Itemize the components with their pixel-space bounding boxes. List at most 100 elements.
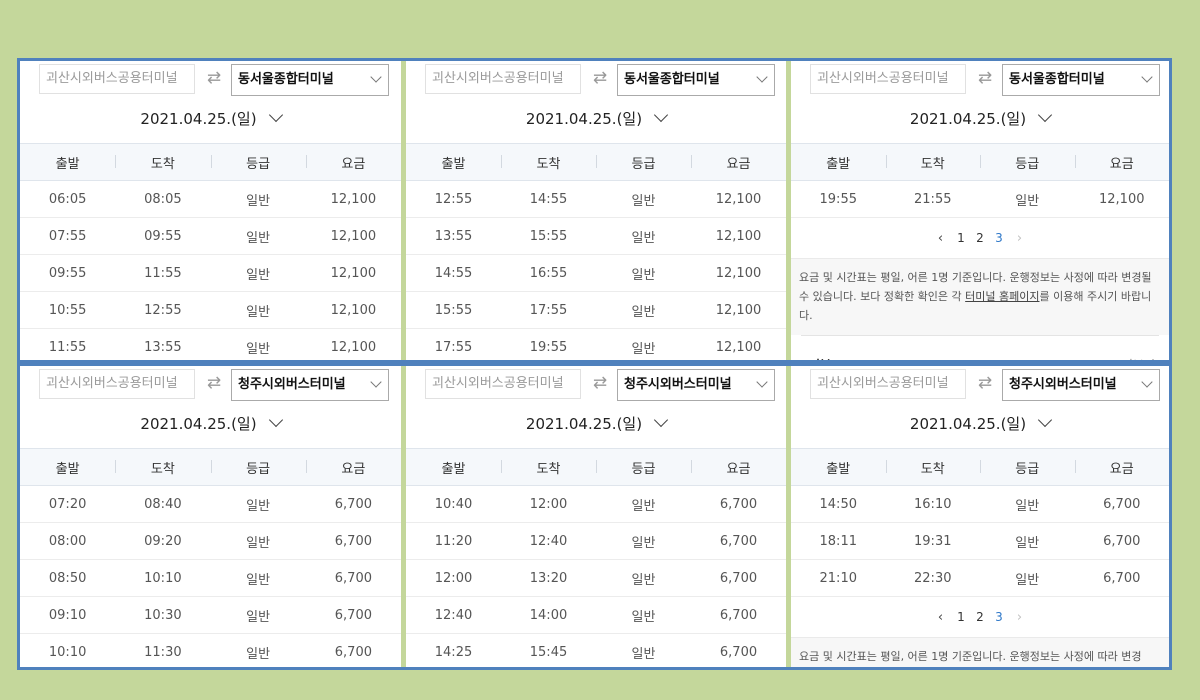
info-label: 기본 00 [809,356,850,360]
origin-input[interactable]: 괴산시외버스공용터미널 [810,64,966,94]
column-header-arr: 도착 [501,458,596,477]
origin-input[interactable]: 괴산시외버스공용터미널 [425,369,581,399]
chevron-down-icon [1141,376,1153,388]
page-link[interactable]: 2 [971,610,990,624]
table-row: 17:55 19:55 일반 12,100 [406,329,786,360]
grade-cell: 일반 [631,341,656,357]
info-label-text: 기본 [809,358,831,360]
date-selector[interactable]: 2021.04.25.(일) [406,412,786,435]
arrival-cell: 16:55 [529,265,568,281]
departure-cell: 15:55 [434,302,473,318]
route-selector: 괴산시외버스공용터미널 ⇄ 동서울종합터미널 [425,64,775,96]
table-row: 14:25 15:45 일반 6,700 [406,634,786,667]
arrival-cell: 11:30 [144,644,182,660]
destination-select[interactable]: 청주시외버스터미널 [617,369,775,401]
departure-cell: 21:10 [819,570,857,586]
swap-icon[interactable]: ⇄ [200,64,228,94]
swap-icon[interactable]: ⇄ [971,369,999,399]
date-label: 2021.04.25.(일) [909,110,1027,128]
arrival-cell: 15:45 [529,644,568,660]
timetable-group: 괴산시외버스공용터미널 ⇄ 청주시외버스터미널 2021.04.25.(일) 출발 도착 등… [17,363,1172,670]
grade-cell: 일반 [631,267,656,283]
table-row: 12:40 14:00 일반 6,700 [406,597,786,634]
fare-cell: 12,100 [330,191,377,207]
date-selector[interactable]: 2021.04.25.(일) [791,107,1169,130]
grade-cell: 일반 [631,193,656,209]
route-selector: 괴산시외버스공용터미널 ⇄ 청주시외버스터미널 [425,369,775,401]
grade-cell: 일반 [631,304,656,320]
arrival-cell: 14:55 [529,191,568,207]
timetable: 출발 도착 등급 요금 10:40 12:00 일반 6,700 11:20 12:40 일반 6,7… [406,448,786,667]
arrival-cell: 19:31 [914,533,952,549]
destination-select[interactable]: 동서울종합터미널 [1002,64,1160,96]
page-link[interactable]: 1 [952,610,971,624]
origin-input[interactable]: 괴산시외버스공용터미널 [39,64,195,94]
prev-page-icon[interactable]: ‹ [930,231,952,246]
departure-cell: 18:11 [819,533,857,549]
column-header-dep: 출발 [826,156,851,172]
column-header-fare: 요금 [691,153,786,172]
arrival-cell: 10:30 [144,607,182,623]
destination-select[interactable]: 청주시외버스터미널 [1002,369,1160,401]
more-link[interactable]: 더보기 [1122,356,1155,360]
arrival-cell: 10:10 [144,570,182,586]
timetable: 출발 도착 등급 요금 14:50 16:10 일반 6,700 18:11 19:31 일반 6,7… [791,448,1169,667]
origin-input[interactable]: 괴산시외버스공용터미널 [39,369,195,399]
route-selector: 괴산시외버스공용터미널 ⇄ 동서울종합터미널 [39,64,389,96]
date-selector[interactable]: 2021.04.25.(일) [406,107,786,130]
fare-cell: 6,700 [719,496,758,512]
table-row: 12:00 13:20 일반 6,700 [406,560,786,597]
swap-icon[interactable]: ⇄ [586,64,614,94]
destination-select[interactable]: 동서울종합터미널 [617,64,775,96]
prev-page-icon[interactable]: ‹ [930,610,952,625]
next-page-icon[interactable]: › [1009,231,1031,246]
departure-cell: 14:25 [434,644,473,660]
column-header-arr: 도착 [885,153,981,172]
fare-cell: 6,700 [1103,533,1141,549]
column-header-fare: 요금 [305,153,401,172]
date-label: 2021.04.25.(일) [140,415,257,433]
arrival-cell: 21:55 [914,191,952,207]
timetable: 출발 도착 등급 요금 12:55 14:55 일반 12,100 13:55 15:55 일반 12… [406,143,786,360]
date-label: 2021.04.25.(일) [909,415,1027,433]
column-header-fare: 요금 [691,458,786,477]
fare-cell: 6,700 [1103,570,1141,586]
terminal-homepage-link[interactable]: 터미널 홈페이지 [965,290,1039,303]
table-header: 출발 도착 등급 요금 [406,143,786,181]
departure-cell: 10:55 [48,302,87,318]
grade-cell: 일반 [246,609,271,625]
departure-cell: 14:55 [434,265,473,281]
swap-icon[interactable]: ⇄ [200,369,228,399]
origin-input[interactable]: 괴산시외버스공용터미널 [425,64,581,94]
date-label: 2021.04.25.(일) [140,110,257,128]
column-header-arr: 도착 [501,153,596,172]
timetable: 출발 도착 등급 요금 19:55 21:55 일반 12,100 ‹ 1 2 3 › 요금 및 시간표는… [791,143,1169,360]
page-link[interactable]: 2 [971,231,990,245]
date-selector[interactable]: 2021.04.25.(일) [20,107,401,130]
destination-select[interactable]: 청주시외버스터미널 [231,369,389,401]
page-link[interactable]: 3 [990,231,1009,245]
table-row: 09:55 11:55 일반 12,100 [20,255,401,292]
departure-cell: 19:55 [819,191,857,207]
table-row: 06:05 08:05 일반 12,100 [20,181,401,218]
date-selector[interactable]: 2021.04.25.(일) [791,412,1169,435]
departure-cell: 12:55 [434,191,473,207]
next-page-icon[interactable]: › [1009,610,1031,625]
table-row: 19:55 21:55 일반 12,100 [791,181,1169,218]
destination-select[interactable]: 동서울종합터미널 [231,64,389,96]
page-link[interactable]: 3 [990,610,1009,624]
departure-cell: 12:40 [434,607,473,623]
origin-input[interactable]: 괴산시외버스공용터미널 [810,369,966,399]
chevron-down-icon [1038,107,1053,123]
destination-label: 동서울종합터미널 [238,72,334,87]
grade-cell: 일반 [246,230,271,246]
grade-cell: 일반 [246,535,271,551]
column-header-grade: 등급 [980,153,1075,172]
page-link[interactable]: 1 [952,231,971,245]
info-label-sub: 00 [835,358,850,360]
date-selector[interactable]: 2021.04.25.(일) [20,412,401,435]
swap-icon[interactable]: ⇄ [586,369,614,399]
swap-icon[interactable]: ⇄ [971,64,999,94]
chevron-down-icon [1038,412,1053,428]
notice-text: 요금 및 시간표는 평일, 어른 1명 기준입니다. 운행정보는 사정에 따라 … [799,650,1142,663]
